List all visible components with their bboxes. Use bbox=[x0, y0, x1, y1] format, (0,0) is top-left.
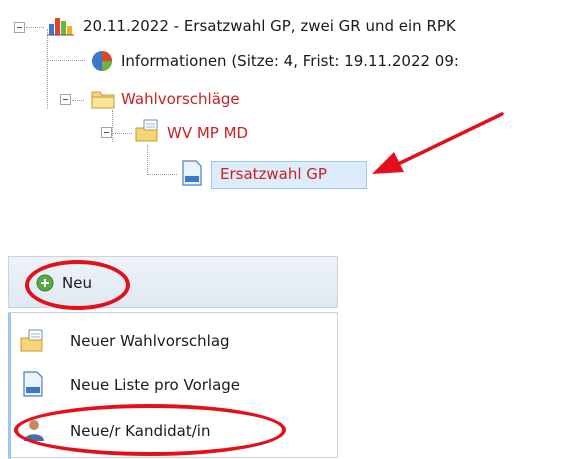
menu-item-label: Neuer Wahlvorschlag bbox=[70, 332, 230, 350]
tree-connector bbox=[147, 174, 177, 175]
tree-connector bbox=[72, 100, 84, 101]
pie-chart-icon bbox=[92, 51, 112, 71]
menu-item-label: Neue Liste pro Vorlage bbox=[70, 376, 241, 394]
collapse-toggle[interactable] bbox=[14, 22, 25, 33]
annotation-arrow bbox=[372, 112, 504, 174]
menu-item-new-list[interactable]: Neue Liste pro Vorlage bbox=[16, 368, 316, 402]
folder-icon bbox=[91, 91, 115, 109]
tree-connector bbox=[112, 110, 113, 142]
annotation-circle bbox=[14, 404, 286, 456]
folder-document-icon bbox=[20, 329, 43, 352]
document-icon bbox=[182, 160, 202, 186]
selected-tree-node[interactable]: Ersatzwahl GP bbox=[211, 161, 367, 189]
tree-node-information[interactable]: Informationen (Sitze: 4, Frist: 19.11.20… bbox=[121, 51, 459, 71]
tree-node-nominations[interactable]: Wahlvorschläge bbox=[121, 89, 240, 109]
tree-node-election[interactable]: 20.11.2022 - Ersatzwahl GP, zwei GR und … bbox=[83, 16, 456, 36]
bar-chart-icon bbox=[47, 18, 74, 36]
tree-connector bbox=[147, 145, 148, 175]
tree-node-ersatzwahl-gp: Ersatzwahl GP bbox=[220, 165, 327, 183]
tree-connector bbox=[47, 60, 85, 61]
tree-connector bbox=[26, 27, 44, 28]
collapse-toggle[interactable] bbox=[60, 94, 71, 105]
document-icon bbox=[23, 371, 43, 397]
menu-item-new-nomination[interactable]: Neuer Wahlvorschlag bbox=[16, 324, 316, 358]
tree-connector bbox=[47, 29, 48, 109]
tree-connector bbox=[112, 133, 132, 134]
menu-accent-bar bbox=[8, 313, 11, 459]
collapse-toggle[interactable] bbox=[101, 127, 112, 138]
annotation-circle bbox=[25, 260, 130, 310]
folder-document-icon bbox=[135, 119, 158, 142]
tree-node-wv-mp-md[interactable]: WV MP MD bbox=[167, 123, 248, 143]
